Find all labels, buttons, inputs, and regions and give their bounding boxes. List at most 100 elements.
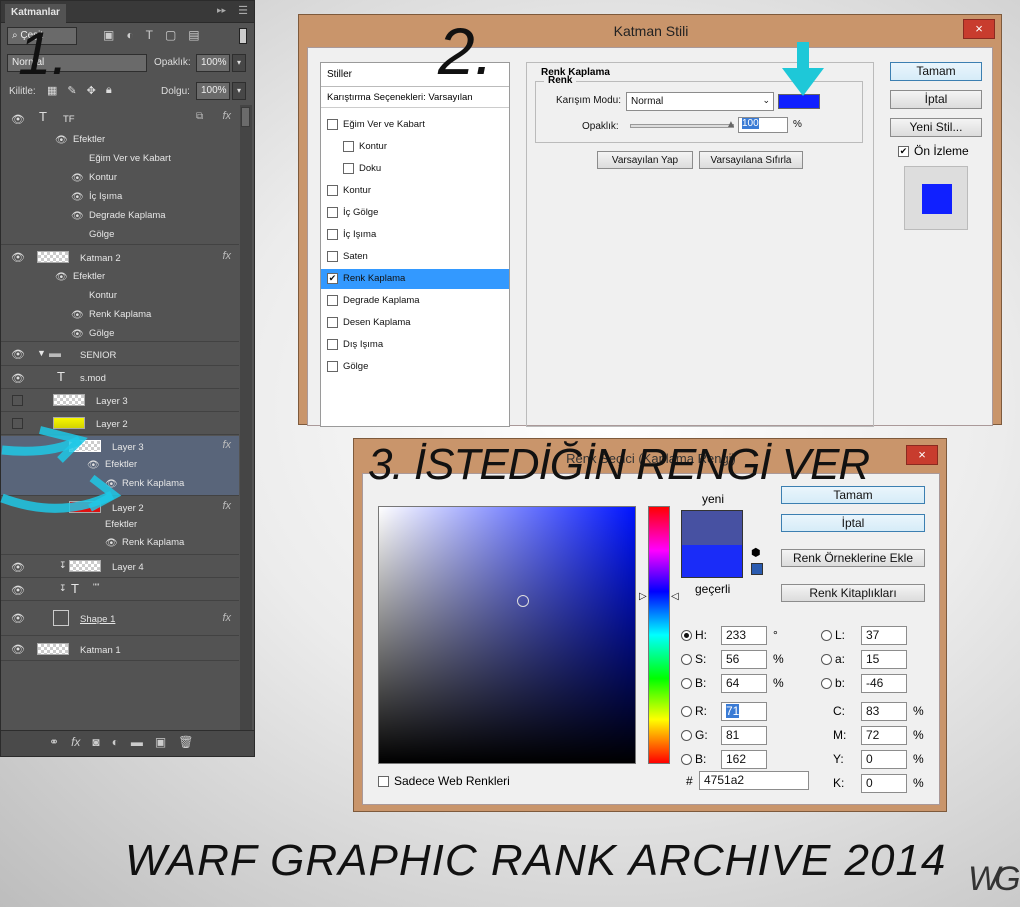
layer-row-tf[interactable]: 👁︎ T TF ⧉ fx 👁︎ Efektler Eğim Ver ve Kab…: [1, 105, 239, 245]
trash-icon[interactable]: 🗑︎: [178, 735, 193, 749]
style-item[interactable]: Eğim Ver ve Kabart: [327, 115, 509, 135]
opacity-input[interactable]: 100%: [196, 54, 230, 72]
field-a-input[interactable]: 15: [861, 650, 907, 669]
layer-row-senior[interactable]: 👁︎ ▼ ▬ SENIOR: [1, 343, 239, 366]
fx-icon[interactable]: fx: [222, 110, 231, 122]
slider-handle-icon[interactable]: ▲: [726, 119, 736, 130]
eye-icon[interactable]: 👁︎: [55, 135, 68, 146]
blend-options-item[interactable]: Karıştırma Seçenekleri: Varsayılan: [321, 88, 509, 108]
checkbox-icon[interactable]: [327, 339, 338, 350]
radio-g[interactable]: [681, 730, 692, 741]
make-default-button[interactable]: Varsayılan Yap: [597, 151, 693, 169]
new-layer-icon[interactable]: ▣: [155, 735, 166, 749]
eye-icon[interactable]: 👁︎: [11, 113, 25, 126]
checkbox-icon[interactable]: [327, 119, 338, 130]
layer-row-katman2[interactable]: 👁︎ Katman 2 fx 👁︎ Efektler Kontur 👁︎ Ren…: [1, 246, 239, 342]
field-k-input[interactable]: 0: [861, 774, 907, 793]
checkbox-checked-icon[interactable]: ✔: [327, 273, 338, 284]
field-c-input[interactable]: 83: [861, 702, 907, 721]
style-item[interactable]: Kontur: [327, 181, 509, 201]
style-item[interactable]: Dış Işıma: [327, 335, 509, 355]
web-colors-checkbox[interactable]: Sadece Web Renkleri: [378, 774, 510, 788]
color-libraries-button[interactable]: Renk Kitaplıkları: [781, 584, 925, 602]
web-safe-swatch-icon[interactable]: [751, 563, 763, 575]
radio-r[interactable]: [681, 706, 692, 717]
field-l-input[interactable]: 37: [861, 626, 907, 645]
checkbox-icon[interactable]: [327, 361, 338, 372]
fill-input[interactable]: 100%: [196, 82, 230, 100]
checkbox-icon[interactable]: [327, 185, 338, 196]
collapse-icon[interactable]: ▸▸: [217, 5, 226, 16]
eye-icon[interactable]: 👁︎: [55, 272, 68, 283]
field-h-input[interactable]: 233: [721, 626, 767, 645]
hex-input[interactable]: 4751a2: [699, 771, 809, 790]
panel-menu-icon[interactable]: ☰: [238, 4, 248, 17]
radio-a[interactable]: [821, 654, 832, 665]
style-item[interactable]: ✔ Renk Kaplama: [321, 269, 509, 289]
style-item[interactable]: Saten: [327, 247, 509, 267]
layer-row-layer4[interactable]: 👁︎ ↧ Layer 4: [1, 556, 239, 578]
scroll-thumb[interactable]: [241, 107, 250, 127]
checkbox-icon[interactable]: [327, 229, 338, 240]
fx-icon[interactable]: fx: [71, 735, 80, 749]
cancel-button[interactable]: İptal: [890, 90, 982, 109]
ok-button[interactable]: Tamam: [890, 62, 982, 81]
fx-icon[interactable]: fx: [222, 250, 231, 262]
current-color-swatch[interactable]: [682, 545, 742, 577]
checkbox-icon[interactable]: [327, 251, 338, 262]
style-item[interactable]: Gölge: [327, 357, 509, 377]
style-item[interactable]: Doku: [343, 159, 509, 179]
eye-icon[interactable]: 👁︎: [11, 251, 25, 264]
fx-icon[interactable]: fx: [222, 612, 231, 624]
shape-filter-icon[interactable]: ▢: [165, 28, 176, 42]
field-g-input[interactable]: 81: [721, 726, 767, 745]
link-icon[interactable]: ⚭: [49, 735, 59, 749]
opacity-slider[interactable]: [630, 124, 734, 128]
lock-all-icon[interactable]: 🔒︎: [106, 84, 112, 97]
close-button[interactable]: ×: [906, 445, 938, 465]
layer-row-layer3[interactable]: Layer 3: [1, 390, 239, 412]
radio-b[interactable]: [681, 678, 692, 689]
style-item[interactable]: Kontur: [343, 137, 509, 157]
blend-mode-select[interactable]: Normal ⌄: [626, 92, 774, 111]
gamut-cube-icon[interactable]: ⬢: [751, 546, 761, 559]
mask-icon[interactable]: ◙: [92, 735, 99, 749]
field-r-input[interactable]: 71: [721, 702, 767, 721]
radio-bb[interactable]: [681, 754, 692, 765]
eye-icon[interactable]: 👁︎: [11, 584, 25, 597]
preview-checkbox[interactable]: ✔ Ön İzleme: [898, 144, 969, 158]
eye-icon[interactable]: 👁︎: [11, 643, 25, 656]
field-s-input[interactable]: 56: [721, 650, 767, 669]
lock-move-icon[interactable]: ✥: [87, 84, 96, 97]
image-filter-icon[interactable]: ▣: [103, 28, 114, 42]
checkbox-icon[interactable]: [343, 141, 354, 152]
eye-icon[interactable]: 👁︎: [11, 348, 25, 361]
opacity-dropdown[interactable]: ▾: [232, 54, 246, 72]
radio-h[interactable]: [681, 630, 692, 641]
checkbox-icon[interactable]: [327, 295, 338, 306]
eye-icon[interactable]: 👁︎: [71, 173, 84, 184]
checkbox-icon[interactable]: [343, 163, 354, 174]
field-m-input[interactable]: 72: [861, 726, 907, 745]
adjustment-icon[interactable]: ◐: [112, 735, 119, 749]
field-y-input[interactable]: 0: [861, 750, 907, 769]
expand-arrow-icon[interactable]: ▼: [37, 348, 46, 358]
layer-row-shape1[interactable]: 👁︎ Shape 1 fx: [1, 602, 239, 636]
field-b-input[interactable]: 64: [721, 674, 767, 693]
checkbox-icon[interactable]: [327, 317, 338, 328]
field-b-input[interactable]: -46: [861, 674, 907, 693]
filter-toggle[interactable]: [239, 28, 247, 44]
cancel-button[interactable]: İptal: [781, 514, 925, 532]
style-item[interactable]: İç Işıma: [327, 225, 509, 245]
eye-icon[interactable]: 👁︎: [71, 192, 84, 203]
eye-icon[interactable]: 👁︎: [11, 372, 25, 385]
reset-default-button[interactable]: Varsayılana Sıfırla: [699, 151, 803, 169]
fx-icon[interactable]: fx: [222, 500, 231, 512]
new-style-button[interactable]: Yeni Stil...: [890, 118, 982, 137]
color-field[interactable]: [378, 506, 636, 764]
style-item[interactable]: Desen Kaplama: [327, 313, 509, 333]
eye-icon[interactable]: 👁︎: [71, 211, 84, 222]
layer-row-katman1[interactable]: 👁︎ Katman 1: [1, 637, 239, 661]
radio-b[interactable]: [821, 678, 832, 689]
hue-slider[interactable]: [648, 506, 670, 764]
